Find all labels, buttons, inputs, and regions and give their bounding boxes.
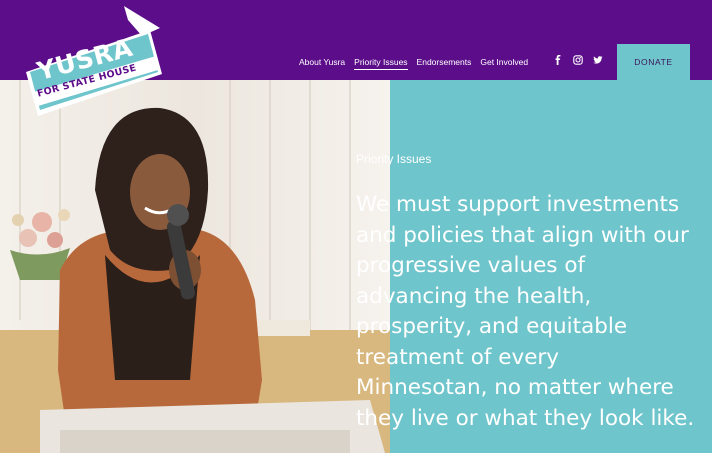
nav-item-get-involved[interactable]: Get Involved xyxy=(480,57,528,69)
donate-button[interactable]: DONATE xyxy=(617,44,690,80)
logo[interactable]: YUSRA FOR STATE HOUSE xyxy=(24,6,164,118)
section-label: Priority Issues xyxy=(356,152,432,166)
facebook-icon[interactable] xyxy=(553,55,563,65)
hero-photo xyxy=(0,80,390,453)
nav-item-about[interactable]: About Yusra xyxy=(299,57,345,69)
nav-item-priority-issues[interactable]: Priority Issues xyxy=(354,57,408,70)
instagram-icon[interactable] xyxy=(573,55,583,65)
nav-item-endorsements[interactable]: Endorsements xyxy=(417,57,472,69)
speaker-image xyxy=(0,80,390,453)
social-links xyxy=(553,55,603,65)
main-nav: About Yusra Priority Issues Endorsements… xyxy=(299,56,528,70)
hero-headline: We must support investments and policies… xyxy=(356,192,695,431)
twitter-icon[interactable] xyxy=(593,55,603,65)
